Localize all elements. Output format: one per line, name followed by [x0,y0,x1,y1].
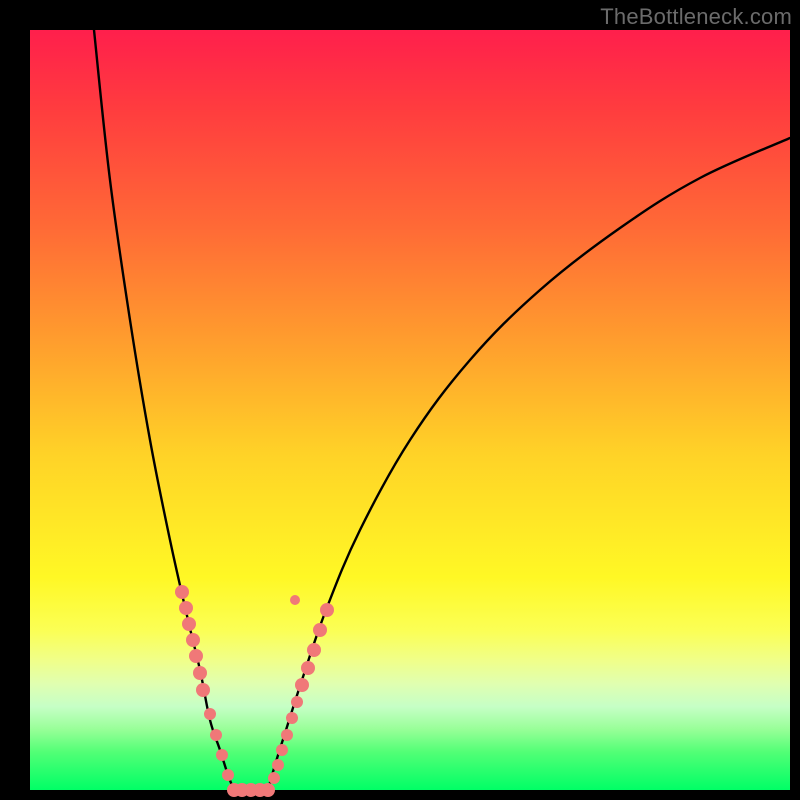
markers-group [175,585,334,797]
data-marker [272,759,284,771]
data-marker [193,666,207,680]
data-marker [216,749,228,761]
data-marker [313,623,327,637]
series-left-branch [94,30,234,790]
plot-area [30,30,790,790]
data-marker [290,595,300,605]
data-marker [291,696,303,708]
data-marker [196,683,210,697]
data-marker [204,708,216,720]
series-right-branch [268,138,790,790]
data-marker [295,678,309,692]
data-marker [307,643,321,657]
watermark-text: TheBottleneck.com [600,4,792,30]
data-marker [286,712,298,724]
data-marker [179,601,193,615]
data-marker [301,661,315,675]
data-marker [189,649,203,663]
data-marker [261,783,275,797]
chart-svg [30,30,790,790]
data-marker [320,603,334,617]
data-marker [182,617,196,631]
data-marker [186,633,200,647]
data-marker [276,744,288,756]
data-marker [281,729,293,741]
data-marker [268,772,280,784]
data-marker [210,729,222,741]
data-marker [175,585,189,599]
chart-frame: TheBottleneck.com [0,0,800,800]
data-marker [222,769,234,781]
